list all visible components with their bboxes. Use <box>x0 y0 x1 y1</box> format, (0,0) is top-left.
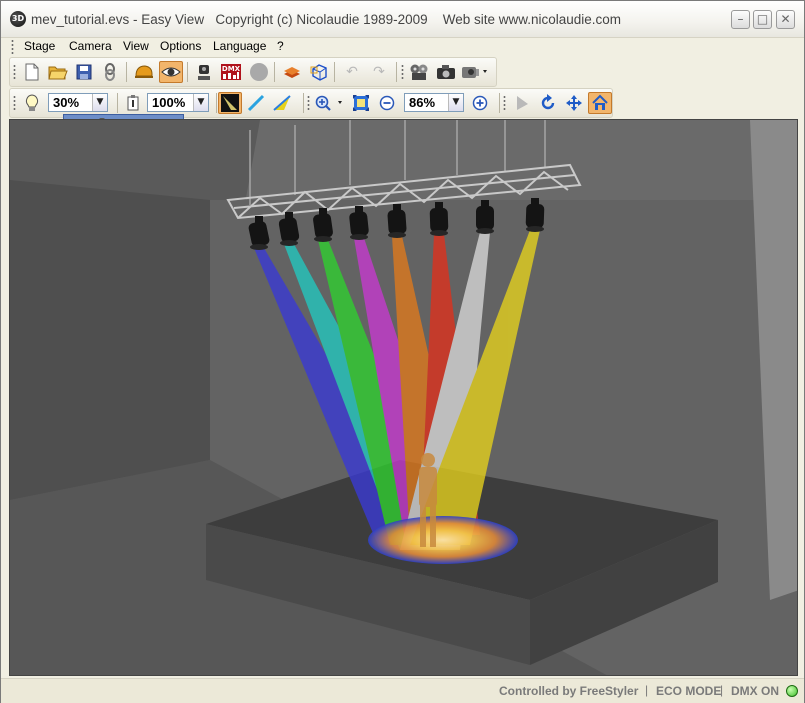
beam-color-icon[interactable] <box>270 92 294 114</box>
menu-help[interactable]: ? <box>277 39 284 53</box>
status-separator: | <box>645 683 649 697</box>
app-icon[interactable]: 3D <box>10 11 26 27</box>
dmx-icon[interactable]: DMX <box>219 61 243 83</box>
maximize-button[interactable]: □ <box>753 10 772 29</box>
fixture-info-icon[interactable] <box>121 92 145 114</box>
application-window: 3D mev_tutorial.evs - Easy View Copyrigh… <box>0 0 805 703</box>
zoom-out-icon[interactable] <box>375 92 399 114</box>
pointer-icon[interactable] <box>510 92 534 114</box>
status-eco-mode: ECO MODE <box>656 684 722 698</box>
stage-3d-viewport[interactable] <box>9 119 798 676</box>
minimize-button[interactable]: – <box>731 10 750 29</box>
fit-view-icon[interactable] <box>349 92 373 114</box>
chevron-down-icon[interactable]: ▼ <box>193 94 208 111</box>
zoom-plus-icon[interactable] <box>468 92 492 114</box>
light-bulb-icon[interactable] <box>20 92 44 114</box>
film-icon[interactable] <box>407 61 431 83</box>
chevron-down-icon[interactable]: ▼ <box>92 94 107 111</box>
chevron-down-icon[interactable]: ▼ <box>448 94 463 111</box>
toolbar-grip-icon[interactable] <box>401 64 404 80</box>
menu-language[interactable]: Language <box>213 39 266 53</box>
light-pool <box>368 516 518 564</box>
home-icon[interactable] <box>588 92 612 114</box>
toolbar-separator <box>216 93 217 113</box>
stack-icon[interactable] <box>280 61 304 83</box>
zoom-level-value: 86% <box>409 95 436 110</box>
toolbar-separator <box>499 93 500 113</box>
menu-camera[interactable]: Camera <box>69 39 112 53</box>
menu-options[interactable]: Options <box>160 39 201 53</box>
main-toolbar: DMX ↶ ↷ <box>9 57 497 87</box>
new-file-icon[interactable] <box>20 61 44 83</box>
link-icon[interactable] <box>98 61 122 83</box>
toolbar-separator <box>274 62 275 82</box>
helmet-icon[interactable] <box>132 61 156 83</box>
status-bar: Controlled by FreeStyler | ECO MODE | DM… <box>1 678 804 703</box>
title-bar[interactable]: 3D mev_tutorial.evs - Easy View Copyrigh… <box>1 1 804 38</box>
toolbar-grip-icon[interactable] <box>307 95 310 111</box>
toolbar-grip-icon[interactable] <box>13 64 16 80</box>
status-controller: Controlled by FreeStyler <box>499 684 639 698</box>
camera-icon[interactable] <box>434 61 458 83</box>
redo-icon[interactable]: ↷ <box>367 61 391 83</box>
toolbar-separator <box>303 93 304 113</box>
move-icon[interactable] <box>562 92 586 114</box>
close-button[interactable]: ✕ <box>776 10 795 29</box>
menu-view[interactable]: View <box>123 39 149 53</box>
rotate-icon[interactable] <box>536 92 560 114</box>
zoom-in-icon[interactable] <box>312 92 348 114</box>
stage-scene <box>10 120 797 675</box>
save-icon[interactable] <box>72 61 96 83</box>
menu-grip-icon[interactable] <box>11 39 14 55</box>
beam-level-select[interactable]: 100% ▼ <box>147 93 209 112</box>
zoom-level-select[interactable]: 86% ▼ <box>404 93 464 112</box>
menu-stage[interactable]: Stage <box>24 39 55 53</box>
beam-render-icon[interactable] <box>218 92 242 114</box>
toolbar-grip-icon[interactable] <box>503 95 506 111</box>
toolbar-grip-icon[interactable] <box>13 95 16 111</box>
beam-level-value: 100% <box>152 95 186 110</box>
dmx-label: DMX <box>222 65 241 73</box>
status-separator: | <box>720 683 724 697</box>
laser-icon[interactable] <box>244 92 268 114</box>
cube-icon[interactable] <box>307 61 331 83</box>
circle-icon[interactable] <box>247 61 271 83</box>
moving-head-icon[interactable] <box>192 61 216 83</box>
toolbar-separator <box>334 62 335 82</box>
menu-bar: Stage Camera View Options Language ? <box>9 37 799 57</box>
toolbar-separator <box>117 93 118 113</box>
toolbar-separator <box>126 62 127 82</box>
dmx-status-led-icon <box>786 685 798 697</box>
light-level-select[interactable]: 30% ▼ <box>48 93 108 112</box>
window-title: mev_tutorial.evs - Easy View Copyright (… <box>31 12 622 27</box>
undo-icon[interactable]: ↶ <box>340 61 364 83</box>
left-wall-panel <box>10 180 210 500</box>
eye-icon[interactable] <box>159 61 183 83</box>
toolbar-separator <box>187 62 188 82</box>
projector-icon[interactable] <box>460 61 490 83</box>
light-level-value: 30% <box>53 95 80 110</box>
status-dmx: DMX ON <box>731 684 779 698</box>
open-folder-icon[interactable] <box>46 61 70 83</box>
toolbar-separator <box>396 62 397 82</box>
